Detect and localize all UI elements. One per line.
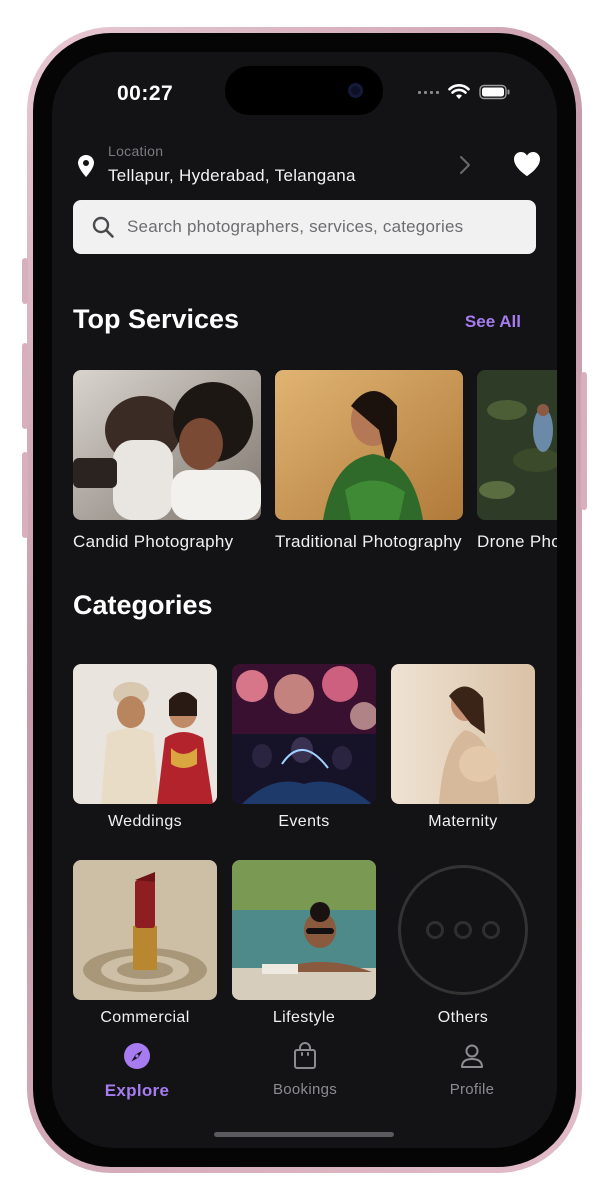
service-card-label: Candid Photography [73, 532, 234, 551]
category-label: Others [437, 1009, 489, 1026]
category-label: Maternity [428, 813, 498, 830]
category-commercial[interactable]: Commercial [73, 860, 217, 1027]
commercial-image [73, 860, 217, 1000]
weddings-image [73, 664, 217, 804]
tab-bookings[interactable]: Bookings [245, 1042, 365, 1098]
device-volume-down-button [22, 452, 28, 538]
device-power-button [581, 372, 587, 510]
tab-label: Profile [449, 1081, 495, 1098]
status-time: 00:27 [117, 82, 174, 105]
app-screen: 00:27 Location Tellapur, Hyderabad, Tela… [52, 52, 557, 1148]
home-indicator[interactable] [214, 1132, 394, 1137]
top-services-title: Top Services [73, 304, 240, 334]
category-label: Lifestyle [272, 1009, 336, 1026]
maternity-image [391, 664, 535, 804]
search-bar[interactable]: Search photographers, services, categori… [73, 200, 536, 254]
service-card-label: Drone Photography [477, 532, 557, 551]
tab-profile[interactable]: Profile [412, 1042, 532, 1098]
location-value[interactable]: Tellapur, Hyderabad, Telangana [108, 166, 356, 186]
service-card-traditional[interactable]: Traditional Photography [275, 370, 463, 552]
location-pin-icon[interactable] [78, 155, 94, 177]
categories-title: Categories [73, 590, 213, 620]
more-options-icon [398, 865, 528, 995]
category-label: Events [278, 813, 330, 830]
shopping-bag-icon [294, 1042, 316, 1069]
person-icon [461, 1044, 483, 1068]
heart-icon[interactable] [513, 151, 541, 177]
tab-label: Bookings [272, 1081, 338, 1098]
service-card-candid[interactable]: Candid Photography [73, 370, 261, 552]
tab-explore[interactable]: Explore [77, 1042, 197, 1101]
device-volume-up-button [22, 343, 28, 429]
camera-icon [348, 83, 363, 98]
compass-icon [124, 1043, 150, 1069]
search-input[interactable]: Search photographers, services, categori… [127, 217, 463, 237]
category-label: Commercial [100, 1009, 190, 1026]
events-image [232, 664, 376, 804]
lifestyle-image [232, 860, 376, 1000]
status-icons [418, 84, 511, 100]
dynamic-island [225, 66, 383, 115]
category-others[interactable]: Others [391, 860, 535, 1027]
see-all-link[interactable]: See All [465, 312, 521, 332]
chevron-right-icon[interactable] [459, 155, 471, 175]
wifi-icon [448, 84, 470, 99]
category-lifestyle[interactable]: Lifestyle [232, 860, 376, 1027]
drone-photo-image [477, 370, 557, 520]
search-icon [91, 215, 115, 239]
category-label: Weddings [107, 813, 183, 830]
category-weddings[interactable]: Weddings [73, 664, 217, 831]
battery-icon [479, 84, 510, 100]
top-services-carousel[interactable]: Candid Photography Traditional Photograp… [73, 370, 557, 560]
tab-label: Explore [104, 1081, 170, 1100]
cellular-signal-icon [418, 90, 439, 94]
service-card-label: Traditional Photography [275, 532, 462, 551]
category-events[interactable]: Events [232, 664, 376, 831]
location-label: Location [108, 143, 164, 159]
device-side-button [22, 258, 28, 304]
service-card-drone[interactable]: Drone Photography [477, 370, 557, 552]
traditional-photo-image [275, 370, 463, 520]
candid-photo-image [73, 370, 261, 520]
category-maternity[interactable]: Maternity [391, 664, 535, 831]
